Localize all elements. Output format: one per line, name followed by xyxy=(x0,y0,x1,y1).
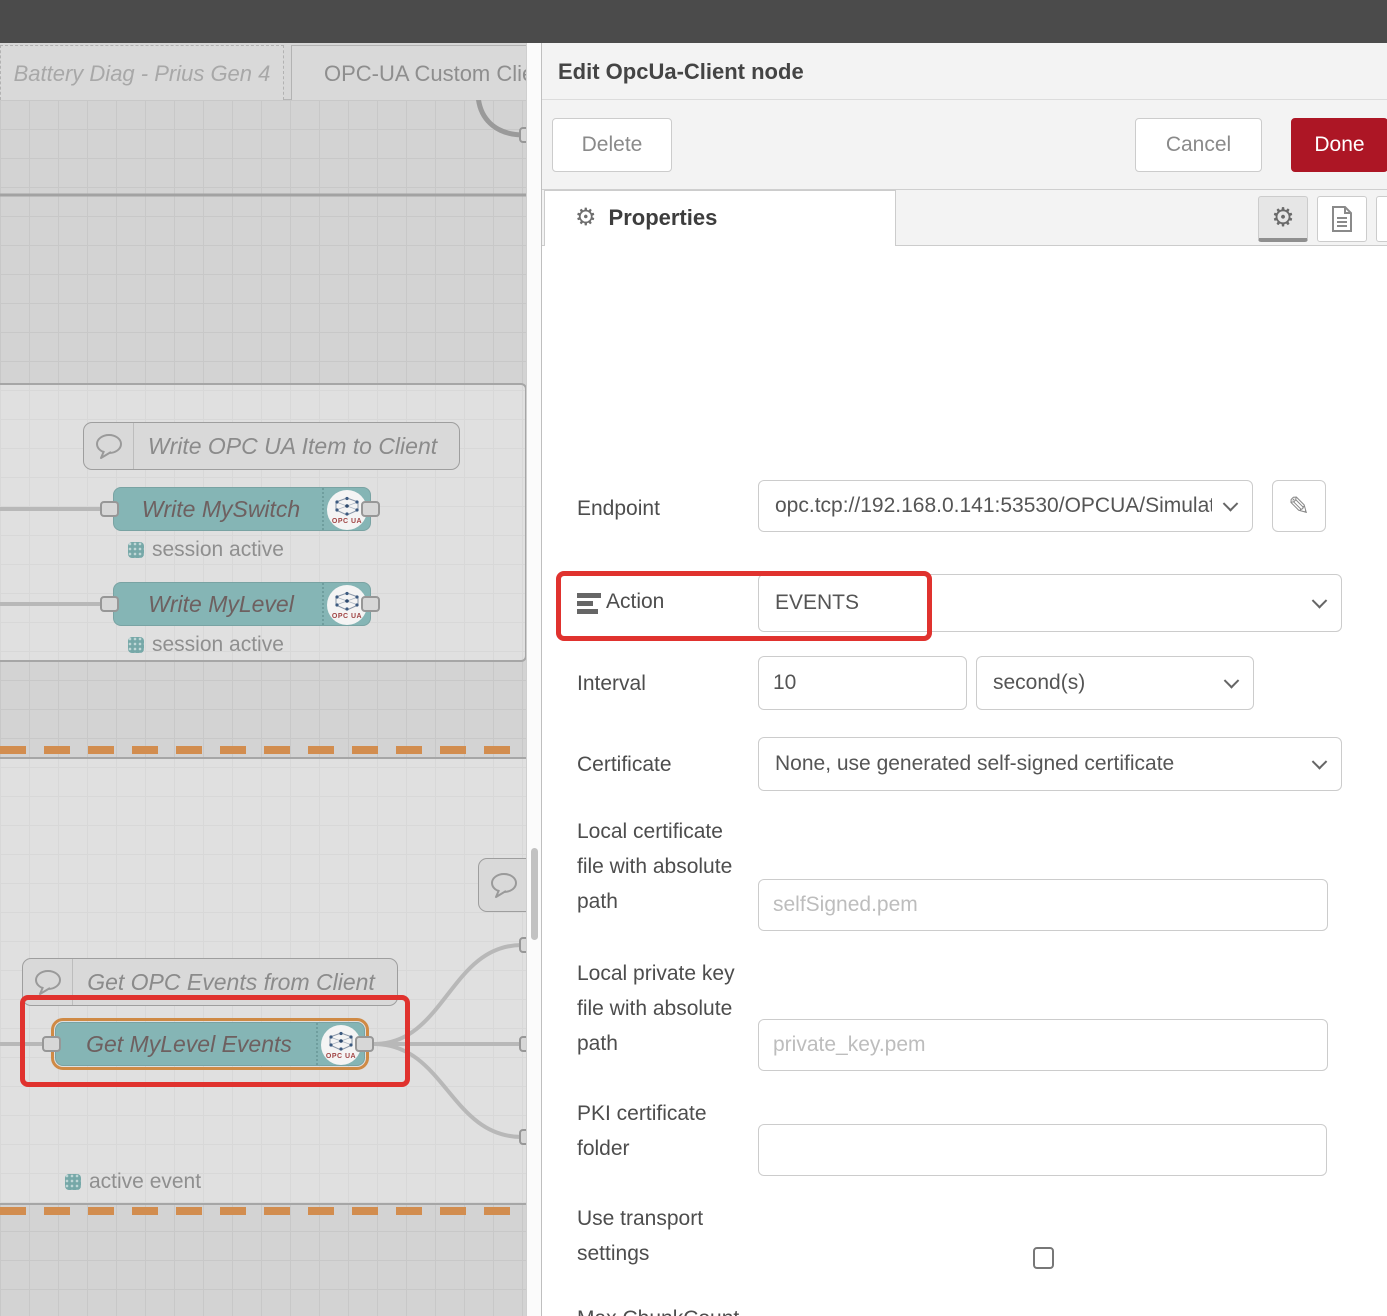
flow-tab-bar: Battery Diag - Prius Gen 4 OPC-UA Custom… xyxy=(0,43,541,100)
endpoint-select[interactable]: opc.tcp://192.168.0.141:53530/OPCUA/Simu… xyxy=(758,480,1253,532)
pencil-icon: ✎ xyxy=(1288,493,1310,519)
node-write-mylevel[interactable]: Write MyLevel OPC UA xyxy=(113,582,371,626)
status-dot-icon xyxy=(128,637,144,653)
endpoint-edit-button[interactable]: ✎ xyxy=(1272,480,1326,532)
tray-toolbar: Delete Cancel Done xyxy=(542,100,1387,190)
chevron-down-icon xyxy=(1312,754,1328,770)
properties-view-button[interactable]: ⚙ xyxy=(1258,196,1308,242)
comment-bubble-icon xyxy=(479,859,529,911)
edit-tray: Edit OpcUa-Client node Delete Cancel Don… xyxy=(541,43,1387,1316)
flow-workspace: Battery Diag - Prius Gen 4 OPC-UA Custom… xyxy=(0,43,541,1316)
tray-tab-bar: ⚙Properties ⚙ xyxy=(542,190,1387,246)
appearance-view-button[interactable] xyxy=(1376,196,1387,242)
tab-properties[interactable]: ⚙Properties xyxy=(544,190,896,246)
flow-tab-battery-diag[interactable]: Battery Diag - Prius Gen 4 xyxy=(0,45,284,100)
node-status: active event xyxy=(65,1170,201,1194)
comment-label: Write OPC UA Item to Client xyxy=(134,423,451,469)
comment-write-opcua-item[interactable]: Write OPC UA Item to Client xyxy=(83,422,460,470)
node-output-port[interactable] xyxy=(361,596,380,612)
certificate-select[interactable]: None, use generated self-signed certific… xyxy=(758,737,1342,791)
private-key-label: Local private key file with absolute pat… xyxy=(577,956,752,1061)
node-output-port[interactable] xyxy=(361,501,380,517)
chunk-count-label: Max ChunkCount xyxy=(577,1301,752,1316)
chevron-down-icon xyxy=(1223,496,1239,512)
transport-label: Use transport settings xyxy=(577,1201,752,1271)
app-header-bar xyxy=(0,0,1387,43)
gear-icon: ⚙ xyxy=(1271,202,1294,233)
properties-form: Endpoint opc.tcp://192.168.0.141:53530/O… xyxy=(542,246,1387,1316)
tray-resize-grip[interactable] xyxy=(531,848,538,940)
status-dot-icon xyxy=(128,542,144,558)
gear-icon: ⚙ xyxy=(575,191,597,245)
description-view-button[interactable] xyxy=(1317,196,1367,242)
delete-button[interactable]: Delete xyxy=(552,118,672,172)
flow-canvas[interactable]: Write OPC UA Item to Client Write MySwit… xyxy=(0,100,541,1316)
interval-unit-select[interactable]: second(s) xyxy=(976,656,1254,710)
node-input-port[interactable] xyxy=(100,596,119,612)
done-button[interactable]: Done xyxy=(1291,118,1387,172)
tray-resize-handle[interactable] xyxy=(526,43,541,1316)
transport-checkbox[interactable] xyxy=(1033,1247,1054,1269)
cancel-button[interactable]: Cancel xyxy=(1135,118,1262,172)
document-icon xyxy=(1331,206,1353,232)
chevron-down-icon xyxy=(1312,593,1328,609)
node-label: Write MySwitch xyxy=(122,488,320,530)
endpoint-label: Endpoint xyxy=(577,491,757,526)
tray-header: Edit OpcUa-Client node xyxy=(542,43,1387,100)
flow-tab-opcua-custom[interactable]: OPC-UA Custom Client xyxy=(291,45,541,100)
certificate-label: Certificate xyxy=(577,747,757,782)
comment-bubble-icon xyxy=(84,423,134,469)
node-write-myswitch[interactable]: Write MySwitch OPC UA xyxy=(113,487,371,531)
local-cert-label: Local certificate file with absolute pat… xyxy=(577,814,752,919)
pki-folder-input[interactable] xyxy=(758,1124,1327,1176)
annotation-box-node xyxy=(20,995,410,1087)
node-input-port[interactable] xyxy=(100,501,119,517)
interval-label: Interval xyxy=(577,666,757,701)
node-status: session active xyxy=(128,633,284,657)
tray-title: Edit OpcUa-Client node xyxy=(558,43,804,100)
local-cert-input[interactable] xyxy=(758,879,1328,931)
status-dot-icon xyxy=(65,1174,81,1190)
annotation-box-action xyxy=(556,571,932,641)
private-key-input[interactable] xyxy=(758,1019,1328,1071)
node-status: session active xyxy=(128,538,284,562)
group-selection-dash-bottom xyxy=(0,1207,541,1215)
interval-input[interactable] xyxy=(758,656,967,710)
chevron-down-icon xyxy=(1224,673,1240,689)
pki-folder-label: PKI certificate folder xyxy=(577,1096,752,1166)
group-selection-dash-top xyxy=(0,746,541,754)
node-label: Write MyLevel xyxy=(122,583,320,625)
